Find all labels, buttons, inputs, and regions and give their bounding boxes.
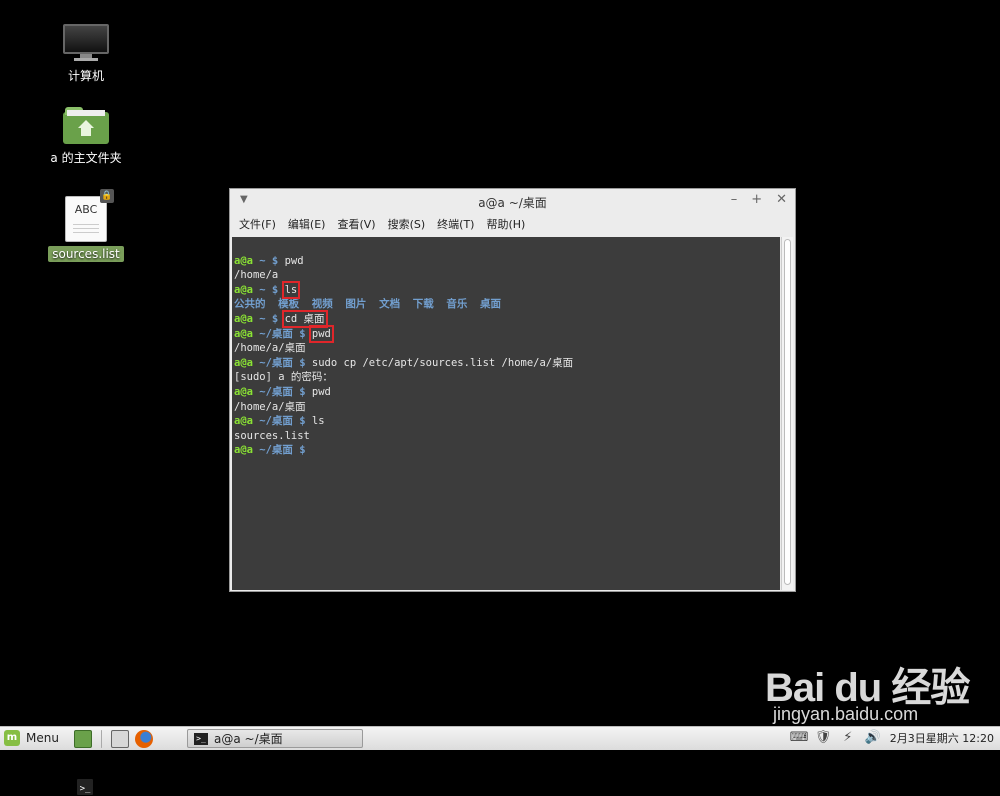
terminal-line: a@a ~/桌面 $ <box>234 444 306 457</box>
highlighted-command: pwd <box>308 324 334 343</box>
highlighted-command: ls <box>281 280 301 299</box>
terminal-launcher-icon[interactable]: >_ <box>76 778 94 796</box>
clock[interactable]: 2月3日星期六 12:20 <box>890 730 994 746</box>
update-shield-icon[interactable]: 🛡 <box>815 730 832 746</box>
mint-logo-icon: m <box>4 730 20 746</box>
scrollbar-thumb[interactable] <box>784 239 791 585</box>
terminal-line: a@a ~/桌面 $ pwd <box>234 385 331 398</box>
keyboard-icon[interactable]: ⌨ <box>790 730 809 746</box>
window-titlebar[interactable]: ▼ a@a ~/桌面 – + ✕ <box>230 189 795 213</box>
volume-icon[interactable]: 🔊 <box>865 730 881 746</box>
terminal-icon: >_ <box>194 732 208 745</box>
minimize-button[interactable]: – <box>731 192 738 207</box>
desktop-icon-label: a 的主文件夹 <box>50 151 122 165</box>
system-tray: ⌨ 🛡 ⚡ 🔊 2月3日星期六 12:20 <box>790 730 994 746</box>
desktop-icon-computer[interactable]: 计算机 <box>41 24 131 85</box>
baidu-jingyan-watermark: Bai du 经验 jingyan.baidu.com <box>765 640 995 730</box>
desktop-icon-home-folder[interactable]: a 的主文件夹 <box>41 106 131 167</box>
highlighted-command: cd 桌面 <box>281 309 328 328</box>
menu-button[interactable]: m Menu <box>4 730 59 746</box>
terminal-line: sources.list <box>234 429 310 442</box>
terminal-line: a@a ~/桌面 $ pwd <box>234 324 334 343</box>
terminal-scrollbar[interactable] <box>781 237 793 590</box>
taskbar-window-button[interactable]: >_ a@a ~/桌面 <box>187 729 363 748</box>
terminal-line: a@a ~/桌面 $ sudo cp /etc/apt/sources.list… <box>234 356 574 369</box>
desktop-icon-label: 计算机 <box>67 69 104 83</box>
taskbar: m Menu >_ >_ a@a ~/桌面 ⌨ 🛡 ⚡ 🔊 2月3日星期六 12… <box>0 726 1000 796</box>
computer-icon <box>63 24 109 62</box>
terminal-output[interactable]: a@a ~ $ pwd/home/a a@a ~ $ ls 公共的 模板 视频 图片… <box>232 237 780 590</box>
lock-icon: 🔒 <box>100 189 114 203</box>
terminal-line: 公共的 模板 视频 图片 文档 下载 音乐 桌面 <box>234 298 502 311</box>
desktop-icon-label: sources.list <box>48 246 124 262</box>
menu-search[interactable]: 搜索(S) <box>383 214 431 234</box>
terminal-line: a@a ~ $ cd 桌面 <box>234 309 328 328</box>
window-title: a@a ~/桌面 <box>478 196 547 210</box>
menu-help[interactable]: 帮助(H) <box>481 214 530 234</box>
show-desktop-icon[interactable] <box>111 730 129 748</box>
menu-view[interactable]: 查看(V) <box>332 214 380 234</box>
terminal-line: a@a ~ $ pwd <box>234 254 304 267</box>
menu-file[interactable]: 文件(F) <box>234 214 281 234</box>
launcher-separator <box>101 730 102 748</box>
home-folder-icon <box>63 106 109 144</box>
terminal-line: a@a ~ $ ls <box>234 280 301 299</box>
files-launcher-icon[interactable] <box>74 730 92 748</box>
file-icon-text: ABC <box>74 203 98 216</box>
text-file-icon: ABC 🔒 <box>65 189 114 242</box>
menu-edit[interactable]: 编辑(E) <box>283 214 331 234</box>
menu-label: Menu <box>26 731 59 745</box>
terminal-line: a@a ~/桌面 $ ls <box>234 415 325 428</box>
network-icon[interactable]: ⚡ <box>840 730 856 746</box>
menu-terminal[interactable]: 终端(T) <box>432 214 479 234</box>
watermark-url: jingyan.baidu.com <box>773 704 919 724</box>
terminal-window[interactable]: ▼ a@a ~/桌面 – + ✕ 文件(F) 编辑(E) 查看(V) 搜索(S)… <box>229 188 796 592</box>
close-button[interactable]: ✕ <box>776 192 787 207</box>
desktop-icon-sources-list[interactable]: ABC 🔒 sources.list <box>41 189 131 262</box>
terminal-line: [sudo] a 的密码： <box>234 371 333 384</box>
menu-bar: 文件(F) 编辑(E) 查看(V) 搜索(S) 终端(T) 帮助(H) <box>230 213 795 235</box>
terminal-line: /home/a/桌面 <box>234 400 306 413</box>
terminal-line: /home/a <box>234 269 279 282</box>
maximize-button[interactable]: + <box>751 192 762 207</box>
terminal-line: /home/a/桌面 <box>234 342 306 355</box>
taskbar-window-label: a@a ~/桌面 <box>214 732 283 746</box>
firefox-icon[interactable] <box>135 730 153 748</box>
